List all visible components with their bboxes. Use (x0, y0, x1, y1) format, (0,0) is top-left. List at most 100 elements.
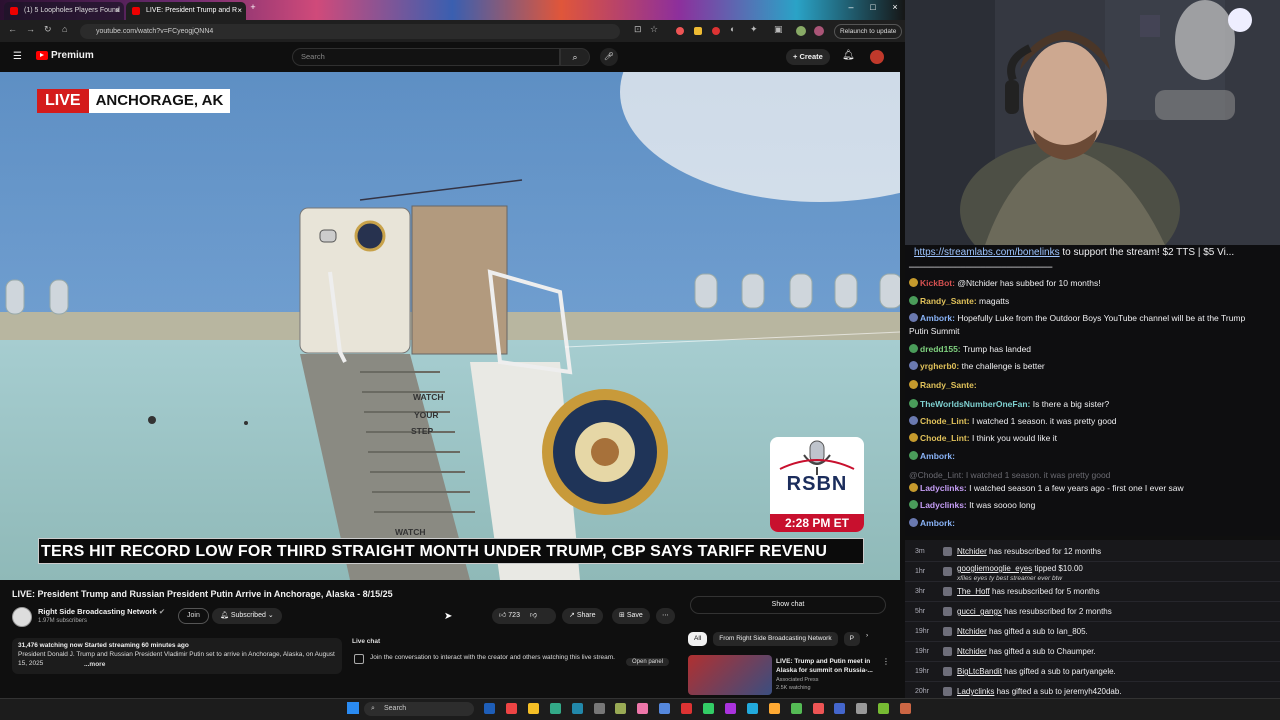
event-row[interactable]: 19hr Ntchider has gifted a sub to Ian_805… (905, 622, 1280, 642)
chat-username[interactable]: Ambork: (920, 518, 955, 528)
taskbar-app-icon[interactable] (724, 703, 736, 714)
event-username[interactable]: Ntchider (957, 547, 987, 556)
taskbar-app-icon[interactable] (571, 703, 583, 714)
save-button[interactable]: ⊞ Save (612, 608, 650, 624)
event-username[interactable]: Ntchider (957, 627, 987, 636)
description-more-link[interactable]: ...more (84, 660, 105, 669)
chat-username[interactable]: Ambork: (920, 451, 955, 461)
search-button[interactable]: ⌕ (560, 48, 590, 66)
browser-tab-1[interactable]: (1) 5 Loopholes Players Found × (4, 2, 124, 20)
event-row[interactable]: 19hr BigLtcBandit has gifted a sub to par… (905, 662, 1280, 682)
event-row[interactable]: 1hr googliemooglie_eyes tipped $10.00 xfil… (905, 562, 1280, 582)
menu-icon[interactable]: ☰ (13, 51, 22, 62)
taskbar-app-icon[interactable] (659, 703, 671, 714)
taskbar-app-icon[interactable] (834, 703, 846, 714)
relaunch-button[interactable]: Relaunch to update (834, 24, 903, 39)
more-actions-icon[interactable]: ⋯ (656, 608, 675, 624)
browser-tab-2[interactable]: LIVE: President Trump and R × (126, 2, 246, 20)
taskbar-app-icon[interactable] (593, 703, 605, 714)
start-icon[interactable] (347, 702, 359, 714)
bookmark-star-icon[interactable]: ☆ (650, 24, 658, 35)
like-button[interactable]: 👍︎ 723 (499, 612, 520, 619)
more-vert-icon[interactable]: ⋮ (882, 657, 890, 666)
recommended-video[interactable]: LIVE: Trump and Putin meet in Alaska for… (688, 655, 890, 695)
new-tab-icon[interactable]: + (244, 2, 262, 12)
taskbar-app-icon[interactable] (615, 703, 627, 714)
description-box[interactable]: 31,476 watching now Started streaming 60… (12, 638, 342, 674)
forward-icon[interactable]: → (26, 24, 35, 34)
taskbar-app-icon[interactable] (549, 703, 561, 714)
open-panel-button[interactable]: Open panel (626, 658, 670, 666)
profile-icon[interactable] (796, 26, 806, 36)
event-username[interactable]: Ladyclinks (957, 687, 994, 696)
maximize-icon[interactable]: □ (864, 2, 882, 12)
extension-icon[interactable] (712, 27, 720, 35)
chat-username[interactable]: Ladyclinks: (920, 500, 967, 510)
chat-username[interactable]: dredd155: (920, 344, 961, 354)
taskbar-app-icon[interactable] (484, 703, 495, 714)
close-tab-icon[interactable]: × (115, 2, 120, 20)
mic-icon[interactable]: 🎤︎ (600, 48, 618, 66)
taskbar-app-icon[interactable] (703, 703, 714, 714)
chat-username[interactable]: yrgherb0: (920, 361, 959, 371)
banner-link[interactable]: https://streamlabs.com/bonelinks (914, 247, 1060, 258)
profile-icon[interactable] (814, 26, 824, 36)
home-icon[interactable]: ⌂ (62, 24, 67, 34)
taskbar-app-icon[interactable] (878, 703, 890, 714)
sidebar-icon[interactable]: ▣ (774, 24, 783, 35)
event-row[interactable]: 20hr Ladyclinks has gifted a sub to jerem… (905, 682, 1280, 698)
search-input[interactable]: Search (292, 48, 560, 66)
video-player[interactable]: WATCH YOUR STEP WATCH (0, 72, 900, 580)
back-icon[interactable]: ← (8, 24, 17, 34)
event-username[interactable]: gucci_gangx (957, 607, 1002, 616)
taskbar-app-icon[interactable] (681, 703, 693, 714)
event-row[interactable]: 3hr The_Hoff has resubscribed for 5 month… (905, 582, 1280, 602)
chat-username[interactable]: Chode_Lint: (920, 433, 970, 443)
channel-avatar[interactable] (12, 607, 32, 627)
chat-username[interactable]: Randy_Sante: (920, 380, 977, 390)
taskbar-app-icon[interactable] (900, 703, 912, 714)
taskbar-app-icon[interactable] (790, 703, 802, 714)
close-window-icon[interactable]: × (886, 2, 904, 12)
chevron-right-icon[interactable]: › (866, 632, 868, 646)
taskbar-app-icon[interactable] (527, 703, 539, 714)
event-row[interactable]: 5hr gucci_gangx has resubscribed for 2 mo… (905, 602, 1280, 622)
event-row[interactable]: 3m Ntchider has resubscribed for 12 month… (905, 542, 1280, 562)
create-button[interactable]: + Create (786, 49, 830, 65)
taskbar-app-icon[interactable] (637, 703, 649, 714)
chat-username[interactable]: Randy_Sante: (920, 296, 977, 306)
chip-channel[interactable]: From Right Side Broadcasting Network (713, 632, 838, 646)
close-tab-icon[interactable]: × (237, 2, 242, 20)
chip-all[interactable]: All (688, 632, 708, 646)
taskbar-app-icon[interactable] (812, 703, 824, 714)
youtube-logo[interactable]: Premium (36, 50, 94, 61)
subscribed-button[interactable]: 🔔︎ Subscribed ⌄ (212, 608, 282, 624)
notifications-bell-icon[interactable]: 🔔︎ (842, 50, 855, 61)
install-icon[interactable]: ⊡ (634, 24, 642, 35)
event-username[interactable]: googliemooglie_eyes (957, 564, 1032, 573)
taskbar-app-icon[interactable] (746, 703, 758, 714)
chip-more[interactable]: P (843, 632, 860, 646)
extension-icon[interactable] (694, 27, 702, 35)
minimize-icon[interactable]: – (842, 2, 860, 12)
recommended-thumbnail[interactable] (688, 655, 772, 695)
reload-icon[interactable]: ↻ (44, 24, 52, 35)
extensions-puzzle-icon[interactable]: ✦ (750, 24, 758, 35)
join-button[interactable]: Join (178, 608, 209, 624)
taskbar-app-icon[interactable] (856, 703, 868, 714)
chat-username[interactable]: KickBot: (920, 278, 955, 288)
extension-icon[interactable]: ◐ (730, 24, 735, 34)
event-row[interactable]: 19hr Ntchider has gifted a sub to Chaumpe… (905, 642, 1280, 662)
account-avatar[interactable] (870, 50, 884, 64)
extension-icon[interactable] (676, 27, 684, 35)
chat-username[interactable]: TheWorldsNumberOneFan: (920, 399, 1030, 409)
taskbar-app-icon[interactable] (768, 703, 780, 714)
taskbar-search[interactable]: ⌕ Search (364, 702, 474, 716)
show-chat-button[interactable]: Show chat (690, 596, 886, 614)
event-username[interactable]: BigLtcBandit (957, 667, 1002, 676)
chat-username[interactable]: Ambork: (920, 313, 955, 323)
event-username[interactable]: Ntchider (957, 647, 987, 656)
dislike-button[interactable]: 👎︎ (530, 612, 537, 619)
chat-username[interactable]: Ladyclinks: (920, 483, 967, 493)
chat-username[interactable]: Chode_Lint: (920, 416, 970, 426)
